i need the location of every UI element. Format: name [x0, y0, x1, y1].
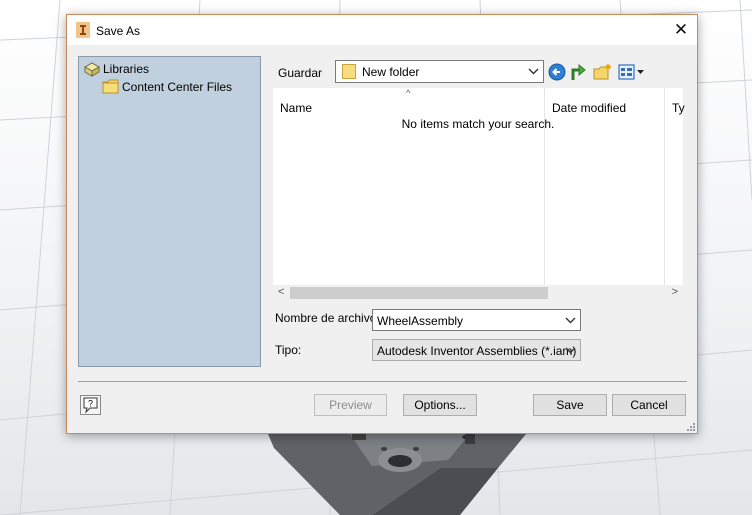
close-button[interactable]: ✕	[667, 17, 695, 43]
filetype-value: Autodesk Inventor Assemblies (*.iam)	[377, 344, 577, 358]
up-folder-icon[interactable]	[569, 62, 589, 82]
options-button[interactable]: Options...	[403, 394, 477, 416]
filename-label: Nombre de archivo:	[275, 311, 380, 325]
place-item-libraries[interactable]: Libraries	[84, 61, 164, 77]
help-button[interactable]: ?	[80, 395, 101, 415]
horizontal-scrollbar[interactable]: < >	[273, 285, 683, 300]
inventor-app-icon	[76, 22, 90, 38]
places-pane: Libraries Content Center Files	[78, 56, 261, 367]
save-as-dialog: Save As ✕ Libraries Content Center Files…	[66, 14, 698, 434]
scroll-right-icon[interactable]: >	[672, 286, 678, 298]
preview-button[interactable]: Preview	[314, 394, 387, 416]
folder-icon	[342, 64, 356, 79]
title-bar: Save As ✕	[67, 15, 697, 45]
scrollbar-thumb[interactable]	[290, 287, 548, 299]
empty-list-message: No items match your search.	[401, 117, 555, 131]
sort-ascending-icon: ^	[406, 88, 411, 98]
help-glyph: ?	[88, 399, 93, 409]
chevron-down-icon[interactable]	[565, 315, 576, 325]
separator	[78, 381, 687, 382]
cancel-button[interactable]: Cancel	[612, 394, 686, 416]
chevron-down-icon	[528, 68, 539, 75]
libraries-icon	[84, 62, 100, 77]
lookin-value: New folder	[362, 65, 420, 79]
new-folder-icon[interactable]	[593, 62, 613, 82]
resize-grip-icon[interactable]	[686, 422, 696, 432]
dialog-title: Save As	[96, 24, 141, 38]
column-header-date-modified[interactable]: Date modified	[552, 101, 626, 115]
filetype-label: Tipo:	[275, 343, 302, 357]
lookin-dropdown[interactable]: New folder	[335, 60, 544, 83]
file-list[interactable]: ^ Name Date modified Ty No items match y…	[273, 88, 685, 300]
place-item-content-center-files[interactable]: Content Center Files	[102, 79, 252, 95]
column-header-type[interactable]: Ty	[672, 101, 685, 115]
save-button[interactable]: Save	[533, 394, 607, 416]
place-label-content-center: Content Center Files	[122, 80, 233, 94]
filename-value: WheelAssembly	[377, 314, 464, 328]
lookin-label: Guardar	[278, 66, 323, 80]
back-arrow-icon[interactable]	[547, 62, 567, 82]
column-header-name[interactable]: Name	[280, 101, 312, 115]
folder-icon	[102, 79, 119, 94]
scroll-left-icon[interactable]: <	[278, 286, 284, 298]
view-menu-icon[interactable]	[618, 62, 646, 82]
filetype-dropdown[interactable]: Autodesk Inventor Assemblies (*.iam)	[372, 339, 581, 361]
chevron-down-icon	[565, 347, 576, 354]
place-label-libraries: Libraries	[103, 62, 150, 76]
help-icon: ?	[83, 397, 98, 414]
filename-field[interactable]: WheelAssembly	[372, 309, 581, 331]
